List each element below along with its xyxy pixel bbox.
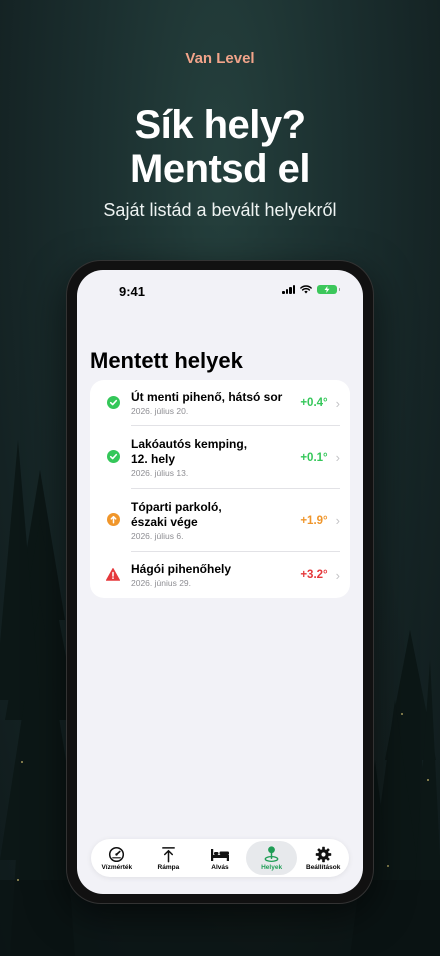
wifi-icon [300, 285, 312, 294]
warning-triangle-icon [106, 568, 120, 582]
place-date: 2026. július 13. [131, 468, 189, 478]
check-circle-icon [106, 396, 120, 410]
tab-label: Alvás [211, 863, 229, 871]
headline: Sík hely? Mentsd el [0, 103, 440, 191]
place-row[interactable]: Út menti pihenő, hátsó sor 2026. július … [90, 380, 350, 425]
tab-bar: Vízmérték Rámpa Alvás Helyek Beállítások [91, 839, 349, 877]
place-date: 2026. július 20. [131, 406, 189, 416]
chevron-right-icon: › [335, 567, 340, 583]
status-time: 9:41 [119, 284, 146, 299]
place-text: Út menti pihenő, hátsó sor 2026. július … [131, 390, 300, 416]
battery-icon [317, 285, 340, 294]
tab-beallitasok[interactable]: Beállítások [297, 841, 349, 875]
subheadline: Saját listád a bevált helyekről [103, 200, 337, 220]
place-tilt-value: +1.9° [300, 514, 328, 527]
gear-icon [315, 846, 331, 862]
arrow-up-bar-icon [161, 846, 175, 862]
place-tilt-value: +0.1° [300, 451, 328, 464]
tab-helyek[interactable]: Helyek [245, 841, 298, 875]
chevron-right-icon: › [335, 450, 340, 465]
brand-name: Van Level [185, 50, 255, 67]
place-tilt-value: +0.4° [300, 397, 328, 409]
chevron-right-icon: › [335, 513, 340, 528]
place-row-content: Hágói pihenőhely 2026. június 29. +3.2° … [131, 551, 340, 598]
place-row-content: Út menti pihenő, hátsó sor 2026. július … [131, 380, 340, 425]
gauge-icon [109, 846, 125, 862]
tab-label: Rámpa [157, 863, 180, 871]
tab-rampa[interactable]: Rámpa [143, 841, 195, 875]
tab-label: Beállítások [306, 863, 341, 871]
phone-screen: 9:41 Mentett helyek Út menti pihenő, hát… [77, 270, 363, 894]
check-circle-icon [106, 450, 120, 464]
map-pin-icon [264, 846, 279, 863]
headline-line-1: Sík hely? [134, 103, 306, 147]
place-row[interactable]: Hágói pihenőhely 2026. június 29. +3.2° … [90, 551, 350, 598]
place-name: Tóparti parkoló, északi vége [131, 500, 222, 529]
place-row[interactable]: Tóparti parkoló, északi vége 2026. júliu… [90, 488, 350, 551]
tab-vizmertek[interactable]: Vízmérték [91, 841, 143, 875]
cellular-signal-icon [282, 285, 295, 294]
place-text: Lakóautós kemping, 12. hely 2026. július… [131, 437, 300, 478]
place-tilt-value: +3.2° [300, 569, 328, 581]
tab-label: Helyek [261, 864, 283, 871]
chevron-right-icon: › [335, 395, 340, 411]
place-date: 2026. június 29. [131, 578, 192, 588]
headline-line-2: Mentsd el [130, 147, 310, 191]
place-row[interactable]: Lakóautós kemping, 12. hely 2026. július… [90, 425, 350, 488]
phone-frame: 9:41 Mentett helyek Út menti pihenő, hát… [67, 261, 373, 903]
tab-label: Vízmérték [101, 863, 133, 871]
place-name: Hágói pihenőhely [131, 562, 232, 576]
page-title: Mentett helyek [90, 348, 243, 373]
bed-icon [210, 848, 229, 861]
place-date: 2026. július 6. [131, 531, 184, 541]
place-name: Út menti pihenő, hátsó sor [131, 390, 283, 404]
place-text: Hágói pihenőhely 2026. június 29. [131, 562, 300, 588]
tab-alvas[interactable]: Alvás [194, 841, 246, 875]
place-text: Tóparti parkoló, északi vége 2026. júliu… [131, 500, 300, 541]
place-name: Lakóautós kemping, 12. hely [131, 437, 248, 466]
arrow-up-circle-icon [106, 513, 120, 527]
place-row-content: Tóparti parkoló, északi vége 2026. júliu… [131, 488, 340, 551]
status-icons [282, 285, 340, 294]
place-row-content: Lakóautós kemping, 12. hely 2026. július… [131, 425, 340, 488]
saved-places-list: Út menti pihenő, hátsó sor 2026. július … [90, 380, 350, 598]
charging-bolt-icon [324, 286, 330, 293]
